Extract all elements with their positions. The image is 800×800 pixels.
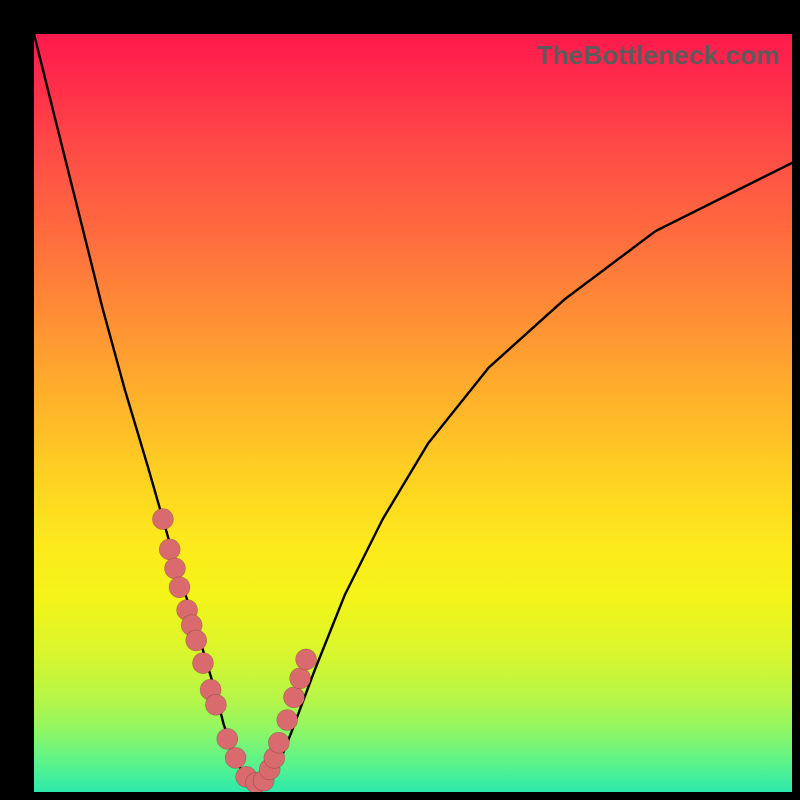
curve-path [34,34,792,784]
marker-dot [165,558,186,579]
marker-dot [296,649,317,670]
marker-dot [186,630,207,651]
marker-dots-group [152,509,316,792]
marker-dot [152,509,173,530]
plot-area: TheBottleneck.com [34,34,792,792]
marker-dot [169,577,190,598]
marker-dot [217,728,238,749]
marker-dot [268,732,289,753]
marker-dot [277,710,298,731]
marker-dot [225,747,246,768]
marker-dot [205,694,226,715]
marker-dot [159,539,180,560]
marker-dot [193,653,214,674]
marker-dot [290,668,311,689]
chart-frame: TheBottleneck.com [0,0,800,800]
marker-dot [284,687,305,708]
bottleneck-curve [34,34,792,792]
